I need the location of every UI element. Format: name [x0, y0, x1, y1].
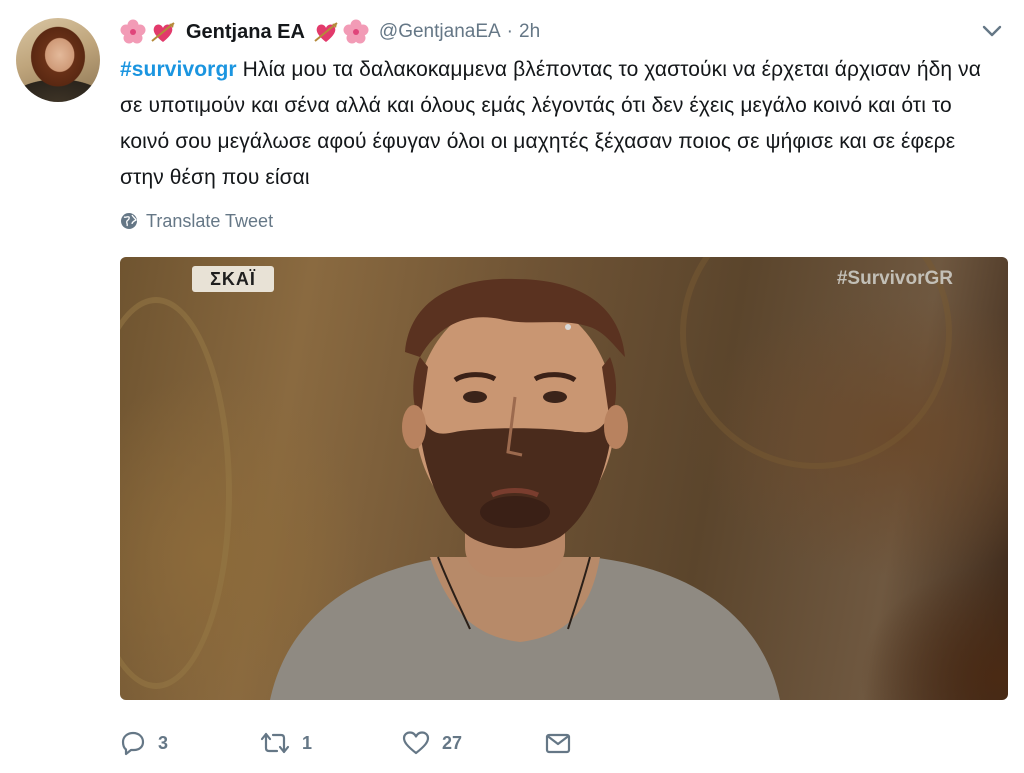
like-button[interactable]: 27 [402, 728, 462, 758]
tweet-body: Ηλία μου τα δαλακοκαμμενα βλέποντας το χ… [120, 58, 981, 189]
user-handle[interactable]: @GentjanaEA [379, 21, 501, 43]
translate-tweet-link[interactable]: Translate Tweet [120, 208, 273, 234]
tweet: Gentjana EA @GentjanaEA · 2h #survivorgr… [0, 0, 1024, 773]
timestamp[interactable]: 2h [519, 21, 540, 43]
watermark-hashtag: #SurvivorGR [836, 268, 953, 289]
hibiscus-icon [343, 19, 369, 45]
separator-dot: · [506, 21, 513, 42]
heart-arrow-icon [150, 19, 176, 45]
heart-arrow-icon [313, 19, 339, 45]
reply-count: 3 [158, 732, 169, 753]
globe-icon [121, 213, 137, 229]
reply-icon [121, 731, 145, 756]
avatar[interactable] [16, 18, 100, 102]
like-count: 27 [442, 732, 463, 753]
channel-logo: ΣΚΑΪ [192, 266, 274, 292]
reply-button[interactable]: 3 [120, 728, 168, 758]
retweet-button[interactable]: 1 [260, 728, 312, 758]
translate-label: Translate Tweet [146, 210, 274, 231]
hashtag-link[interactable]: #survivorgr [120, 58, 237, 81]
retweet-count: 1 [302, 732, 313, 753]
chevron-down-icon[interactable] [982, 24, 1002, 38]
heart-icon [402, 731, 430, 755]
tweet-media-image[interactable]: ΣΚΑΪ #SurvivorGR [120, 257, 1008, 700]
envelope-icon [545, 733, 571, 754]
display-name[interactable]: Gentjana EA [186, 21, 305, 44]
tweet-header: Gentjana EA @GentjanaEA · 2h [120, 16, 540, 48]
person-photo [270, 278, 780, 700]
hibiscus-icon [120, 19, 146, 45]
retweet-icon [260, 732, 290, 754]
direct-message-button[interactable] [544, 728, 572, 758]
tweet-text: #survivorgr Ηλία μου τα δαλακοκαμμενα βλ… [120, 52, 1000, 196]
tweet-actions: 3 1 27 [120, 728, 580, 758]
